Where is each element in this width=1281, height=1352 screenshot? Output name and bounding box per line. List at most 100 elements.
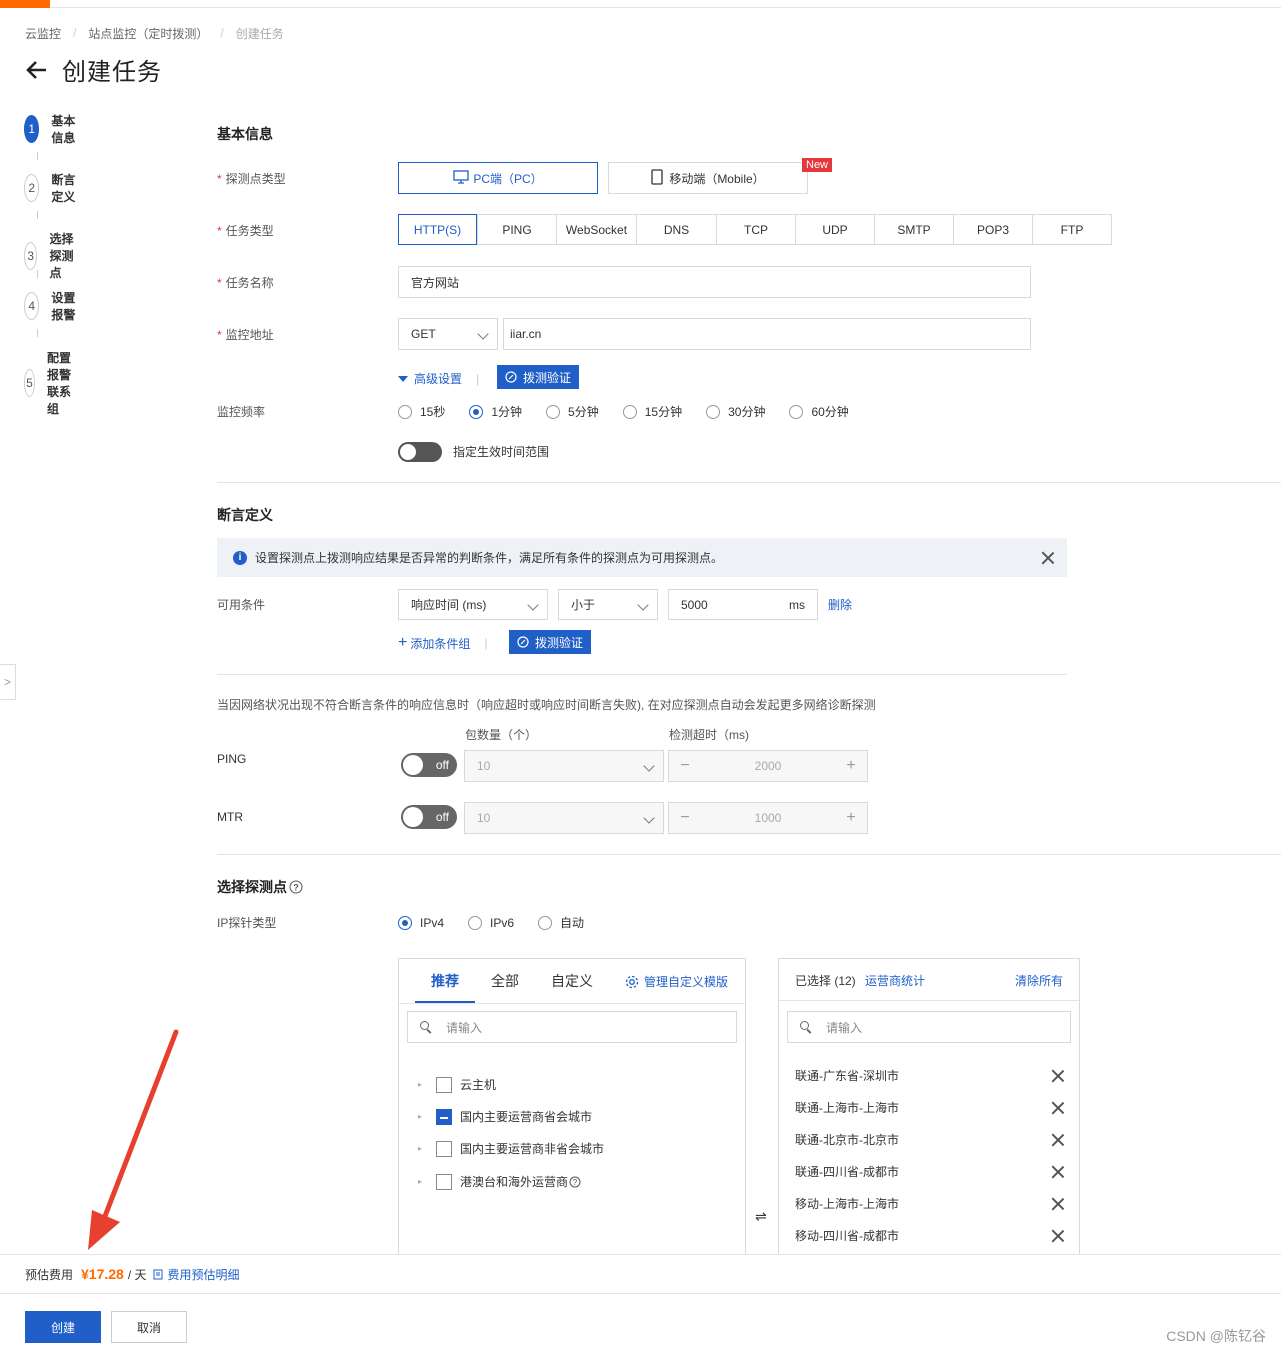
- close-icon[interactable]: [1051, 1165, 1065, 1179]
- mtr-timeout-stepper[interactable]: − 1000 +: [668, 802, 868, 834]
- task-type-dns[interactable]: DNS: [636, 214, 717, 245]
- help-icon[interactable]: ?: [569, 1176, 581, 1188]
- tree-item-cloud-host[interactable]: ▸ 云主机: [418, 1076, 496, 1093]
- tab-custom[interactable]: 自定义: [535, 959, 609, 1003]
- ping-timeout-stepper[interactable]: − 2000 +: [668, 750, 868, 782]
- ping-toggle[interactable]: off: [401, 753, 457, 777]
- breadcrumb: 云监控 / 站点监控（定时拨测） / 创建任务: [25, 25, 284, 41]
- caret-right-icon[interactable]: ▸: [418, 1080, 430, 1089]
- task-type-websocket[interactable]: WebSocket: [556, 214, 637, 245]
- create-button[interactable]: 创建: [25, 1311, 101, 1343]
- plus-icon[interactable]: +: [835, 757, 867, 775]
- tab-divider: [399, 1003, 745, 1004]
- step-4[interactable]: 4 设置报警: [24, 289, 76, 323]
- caret-right-icon[interactable]: ▸: [418, 1144, 430, 1153]
- close-icon[interactable]: [1051, 1229, 1065, 1243]
- frequency-radio-15min[interactable]: 15分钟: [622, 403, 682, 420]
- transfer-icon[interactable]: ⇌: [755, 1208, 767, 1225]
- tree-item-capital-cities[interactable]: ▸ 国内主要运营商省会城市: [418, 1108, 592, 1125]
- mtr-count-select[interactable]: 10: [464, 802, 664, 834]
- ping-count-select[interactable]: 10: [464, 750, 664, 782]
- minus-icon[interactable]: −: [669, 809, 701, 827]
- clear-all-link[interactable]: 清除所有: [1015, 972, 1063, 989]
- task-name-input[interactable]: 官方网站: [398, 266, 1031, 298]
- caret-right-icon[interactable]: ▸: [418, 1177, 430, 1186]
- condition-operator-select[interactable]: 小于: [558, 589, 658, 620]
- step-1[interactable]: 1 基本信息: [24, 112, 76, 146]
- condition-metric-select[interactable]: 响应时间 (ms): [398, 589, 548, 620]
- tab-all[interactable]: 全部: [475, 959, 535, 1003]
- frequency-radio-1min[interactable]: 1分钟: [469, 403, 522, 420]
- ip-type-radio-ipv4[interactable]: IPv4: [398, 915, 444, 930]
- ip-type-radio-ipv6[interactable]: IPv6: [468, 915, 515, 930]
- time-range-toggle[interactable]: [398, 442, 442, 462]
- ip-type-radio-auto[interactable]: 自动: [538, 914, 584, 931]
- probe-search-input[interactable]: 请输入: [407, 1011, 737, 1043]
- selected-item: 移动-上海市-上海市: [795, 1195, 1065, 1212]
- plus-icon[interactable]: +: [835, 809, 867, 827]
- selected-item-label: 联通-广东省-深圳市: [795, 1069, 899, 1083]
- probe-type-mobile-button[interactable]: 移动端（Mobile）: [608, 162, 808, 194]
- selected-search-input[interactable]: 请输入: [787, 1011, 1071, 1043]
- breadcrumb-item-current: 创建任务: [235, 26, 284, 41]
- help-icon[interactable]: ?: [289, 880, 303, 894]
- breadcrumb-separator: /: [220, 26, 224, 40]
- http-method-select[interactable]: GET: [398, 318, 498, 350]
- mtr-toggle[interactable]: off: [401, 805, 457, 829]
- checkbox[interactable]: [436, 1076, 452, 1093]
- operator-stats-link[interactable]: 运营商统计: [865, 972, 925, 989]
- cost-detail-link[interactable]: 费用预估明细: [168, 1266, 240, 1283]
- frequency-radio-15s[interactable]: 15秒: [398, 403, 445, 420]
- probe-type-pc-button[interactable]: PC端（PC）: [398, 162, 598, 194]
- task-type-ping[interactable]: PING: [477, 214, 557, 245]
- manage-template-link[interactable]: 管理自定义模版: [625, 973, 728, 990]
- step-connector: [37, 329, 38, 337]
- close-icon[interactable]: [1051, 1069, 1065, 1083]
- close-icon[interactable]: [1051, 1101, 1065, 1115]
- advanced-settings-toggle[interactable]: 高级设置: [398, 370, 462, 387]
- delete-condition-link[interactable]: 删除: [828, 596, 852, 613]
- task-type-label: * 任务类型: [217, 224, 274, 238]
- task-type-udp[interactable]: UDP: [795, 214, 875, 245]
- probe-verify-button[interactable]: 拨测验证: [497, 365, 580, 389]
- condition-value-input[interactable]: 5000 ms: [668, 589, 818, 620]
- side-expand-tab[interactable]: >: [0, 664, 16, 700]
- caret-right-icon[interactable]: ▸: [418, 1112, 430, 1121]
- checkbox[interactable]: [436, 1140, 452, 1157]
- task-type-pop3[interactable]: POP3: [953, 214, 1033, 245]
- task-type-smtp[interactable]: SMTP: [874, 214, 954, 245]
- search-icon: [800, 1021, 812, 1033]
- back-arrow-icon[interactable]: [24, 57, 50, 83]
- tree-item-overseas[interactable]: ▸ 港澳台和海外运营商 ?: [418, 1173, 581, 1190]
- close-icon[interactable]: [1051, 1197, 1065, 1211]
- frequency-radio-30min[interactable]: 30分钟: [706, 403, 765, 420]
- close-icon[interactable]: [1041, 551, 1055, 565]
- checkbox-partial[interactable]: [436, 1108, 452, 1125]
- address-input[interactable]: iiar.cn: [503, 318, 1031, 350]
- minus-icon[interactable]: −: [669, 757, 701, 775]
- task-type-ftp[interactable]: FTP: [1032, 214, 1112, 245]
- step-3[interactable]: 3 选择探测点: [24, 230, 76, 281]
- add-condition-group-link[interactable]: + 添加条件组: [398, 634, 470, 652]
- panel-divider: [779, 1000, 1079, 1001]
- document-icon: [153, 1269, 163, 1280]
- frequency-radio-60min[interactable]: 60分钟: [789, 403, 849, 420]
- radio-label: 5分钟: [568, 405, 599, 419]
- assert-verify-button[interactable]: 拨测验证: [509, 630, 592, 654]
- tree-item-non-capital-cities[interactable]: ▸ 国内主要运营商非省会城市: [418, 1140, 604, 1157]
- step-2[interactable]: 2 断言定义: [24, 171, 76, 205]
- http-method-value: GET: [411, 327, 436, 341]
- checkbox[interactable]: [436, 1173, 452, 1190]
- step-5[interactable]: 5 配置报警联系组: [24, 349, 76, 417]
- breadcrumb-item-site-monitor[interactable]: 站点监控（定时拨测）: [88, 25, 208, 42]
- plus-icon: +: [398, 634, 408, 651]
- breadcrumb-item-cloud-monitor[interactable]: 云监控: [25, 25, 61, 42]
- task-type-https[interactable]: HTTP(S): [398, 214, 477, 245]
- assert-info-text: 设置探测点上拨测响应结果是否异常的判断条件，满足所有条件的探测点为可用探测点。: [255, 551, 724, 565]
- frequency-radio-5min[interactable]: 5分钟: [546, 403, 599, 420]
- cancel-button[interactable]: 取消: [111, 1311, 187, 1343]
- task-type-tcp[interactable]: TCP: [716, 214, 796, 245]
- tab-recommended[interactable]: 推荐: [415, 959, 475, 1003]
- radio-label: IPv6: [490, 915, 515, 930]
- close-icon[interactable]: [1051, 1133, 1065, 1147]
